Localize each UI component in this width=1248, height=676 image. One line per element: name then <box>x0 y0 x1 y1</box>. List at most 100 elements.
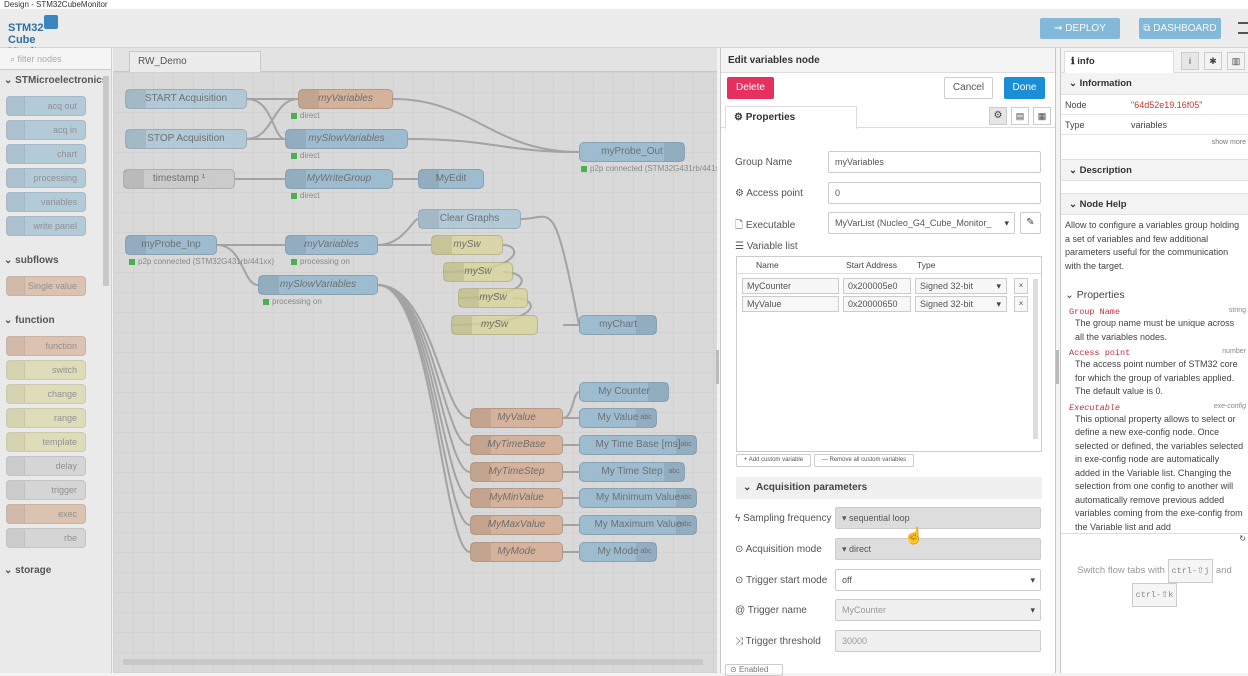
tab-dashboard-icon[interactable]: ▥ <box>1227 52 1245 70</box>
palette-node-acq-in[interactable]: acq in <box>6 120 86 140</box>
tab-settings-icon[interactable]: ⚙ <box>989 107 1007 125</box>
trigger-threshold-input[interactable]: 30000 <box>835 630 1041 652</box>
delete-button[interactable]: Delete <box>727 77 774 99</box>
node-icon <box>7 145 25 163</box>
description-section[interactable]: ⌄ Description <box>1061 159 1248 181</box>
palette-category-storage[interactable]: ⌄ storage <box>0 560 111 582</box>
tab-info[interactable]: ℹ info <box>1064 51 1174 73</box>
remove-row-icon[interactable]: × <box>1014 296 1028 312</box>
node-mymode[interactable]: MyMode <box>470 542 563 562</box>
node-myedit[interactable]: MyEdit <box>418 169 484 189</box>
node-myminvalue[interactable]: MyMinValue <box>470 488 563 508</box>
node-mywritegroup[interactable]: MyWriteGroup <box>285 169 393 189</box>
deploy-button[interactable]: ⇝ DEPLOY <box>1040 18 1120 39</box>
dashboard-button[interactable]: ⧉ DASHBOARD <box>1139 18 1221 39</box>
var-address-cell[interactable]: 0x20000650 <box>843 296 911 312</box>
var-name-cell[interactable]: MyValue <box>742 296 839 312</box>
palette-node-single-value[interactable]: Single value <box>6 276 86 296</box>
var-name-cell[interactable]: MyCounter <box>742 278 839 294</box>
node-my-counter-ui[interactable]: My Counter <box>579 382 669 402</box>
node-my-timestep-ui[interactable]: My Time Step abc <box>579 462 685 482</box>
node-my-mode-ui[interactable]: My Mode abc <box>579 542 657 562</box>
palette-node-delay[interactable]: delay <box>6 456 86 476</box>
palette-category-stmicro[interactable]: ⌄ STMicroelectronics <box>0 70 111 92</box>
table-scrollbar[interactable] <box>1033 279 1038 439</box>
node-mysw-4[interactable]: mySw <box>451 315 538 335</box>
switch-icon <box>432 236 452 254</box>
remove-all-custom-button[interactable]: — Remove all custom variables <box>814 454 914 467</box>
node-my-maximum-ui[interactable]: My Maximum Value abc <box>579 515 697 535</box>
tab-appearance-icon[interactable]: ▦ <box>1033 107 1051 125</box>
palette-node-rbe[interactable]: rbe <box>6 528 86 548</box>
node-mysw-1[interactable]: mySw <box>431 235 503 255</box>
var-type-select[interactable]: Signed 32-bit <box>915 278 1007 294</box>
tray-resize-handle[interactable] <box>716 350 719 384</box>
node-timestamp[interactable]: timestamp ¹ <box>123 169 235 189</box>
palette-node-chart[interactable]: chart <box>6 144 86 164</box>
trigger-start-mode-select[interactable]: off <box>835 569 1041 591</box>
palette-node-change[interactable]: change <box>6 384 86 404</box>
flow-tab-rw-demo[interactable]: RW_Demo <box>129 51 261 73</box>
acquisition-parameters-section[interactable]: ⌄ Acquisition parameters <box>736 477 1042 499</box>
node-myvalue[interactable]: MyValue <box>470 408 563 428</box>
node-myvariables-out[interactable]: myVariables <box>298 89 393 109</box>
tab-info-icon[interactable]: i <box>1181 52 1199 70</box>
palette-node-template[interactable]: template <box>6 432 86 452</box>
node-myslowvariables-out[interactable]: mySlowVariables <box>285 129 408 149</box>
palette-node-processing[interactable]: processing <box>6 168 86 188</box>
node-mychart[interactable]: myChart <box>579 315 657 335</box>
palette-category-function[interactable]: ⌄ function <box>0 310 111 332</box>
information-section[interactable]: ⌄ Information <box>1061 73 1248 95</box>
node-myslowvariables-proc[interactable]: mySlowVariables <box>258 275 378 295</box>
tab-debug-icon[interactable]: ✱ <box>1204 52 1222 70</box>
palette-node-variables[interactable]: variables <box>6 192 86 212</box>
done-button[interactable]: Done <box>1004 77 1045 99</box>
palette-node-exec[interactable]: exec <box>6 504 86 524</box>
edit-executable-button[interactable]: ✎ <box>1020 212 1041 234</box>
palette-category-subflows[interactable]: ⌄ subflows <box>0 250 111 272</box>
acquisition-mode-select[interactable]: ▾ direct <box>835 538 1041 560</box>
palette-node-range[interactable]: range <box>6 408 86 428</box>
node-start-acquisition[interactable]: START Acquisition <box>125 89 247 109</box>
var-address-cell[interactable]: 0x200005e0 <box>843 278 911 294</box>
sampling-frequency-select[interactable]: ▾ sequential loop <box>835 507 1041 529</box>
cancel-button[interactable]: Cancel <box>944 77 993 99</box>
menu-icon[interactable] <box>1238 22 1248 34</box>
tab-properties[interactable]: ⚙ Properties <box>725 106 857 129</box>
group-name-input[interactable]: myVariables <box>828 151 1041 173</box>
palette-node-switch[interactable]: switch <box>6 360 86 380</box>
node-mysw-3[interactable]: mySw <box>458 288 528 308</box>
palette-scrollbar[interactable] <box>103 76 109 286</box>
executable-select[interactable]: MyVarList (Nucleo_G4_Cube_Monitor_ <box>828 212 1015 234</box>
var-type-select[interactable]: Signed 32-bit <box>915 296 1007 312</box>
node-my-value-ui[interactable]: My Value abc <box>579 408 657 428</box>
palette-node-function[interactable]: function <box>6 336 86 356</box>
node-mymaxvalue[interactable]: MyMaxValue <box>470 515 563 535</box>
workspace-hscrollbar[interactable] <box>123 659 703 665</box>
enabled-toggle[interactable]: ⊙ Enabled <box>725 664 783 676</box>
palette-node-trigger[interactable]: trigger <box>6 480 86 500</box>
flow-canvas[interactable]: START Acquisition STOP Acquisition times… <box>113 72 717 673</box>
sidebar-tab-bar: ℹ info i ✱ ▥ <box>1061 48 1248 73</box>
sidebar-resize-handle[interactable] <box>1056 350 1059 384</box>
node-myprobe-inp[interactable]: myProbe_Inp <box>125 235 217 255</box>
access-point-input[interactable]: 0 <box>828 182 1041 204</box>
palette-filter-input[interactable]: ⌕ filter nodes <box>0 48 111 70</box>
node-help-section[interactable]: ⌄ Node Help <box>1061 193 1248 215</box>
add-custom-variable-button[interactable]: + Add custom variable <box>736 454 811 467</box>
trigger-name-select[interactable]: MyCounter <box>835 599 1041 621</box>
palette-node-write-panel[interactable]: write panel <box>6 216 86 236</box>
node-myvariables-proc[interactable]: myVariables <box>285 235 378 255</box>
node-my-timebase-ui[interactable]: My Time Base [ms] abc <box>579 435 697 455</box>
node-myprobe-out[interactable]: myProbe_Out <box>579 142 685 162</box>
node-stop-acquisition[interactable]: STOP Acquisition <box>125 129 247 149</box>
palette-node-acq-out[interactable]: acq out <box>6 96 86 116</box>
node-mytimestep[interactable]: MyTimeStep <box>470 462 563 482</box>
node-my-minimum-ui[interactable]: My Minimum Value abc <box>579 488 697 508</box>
node-mytimebase[interactable]: MyTimeBase <box>470 435 563 455</box>
remove-row-icon[interactable]: × <box>1014 278 1028 294</box>
tab-description-icon[interactable]: ▤ <box>1011 107 1029 125</box>
node-mysw-2[interactable]: mySw <box>443 262 513 282</box>
show-more-link[interactable]: show more <box>1061 135 1248 151</box>
node-clear-graphs[interactable]: Clear Graphs <box>418 209 521 229</box>
